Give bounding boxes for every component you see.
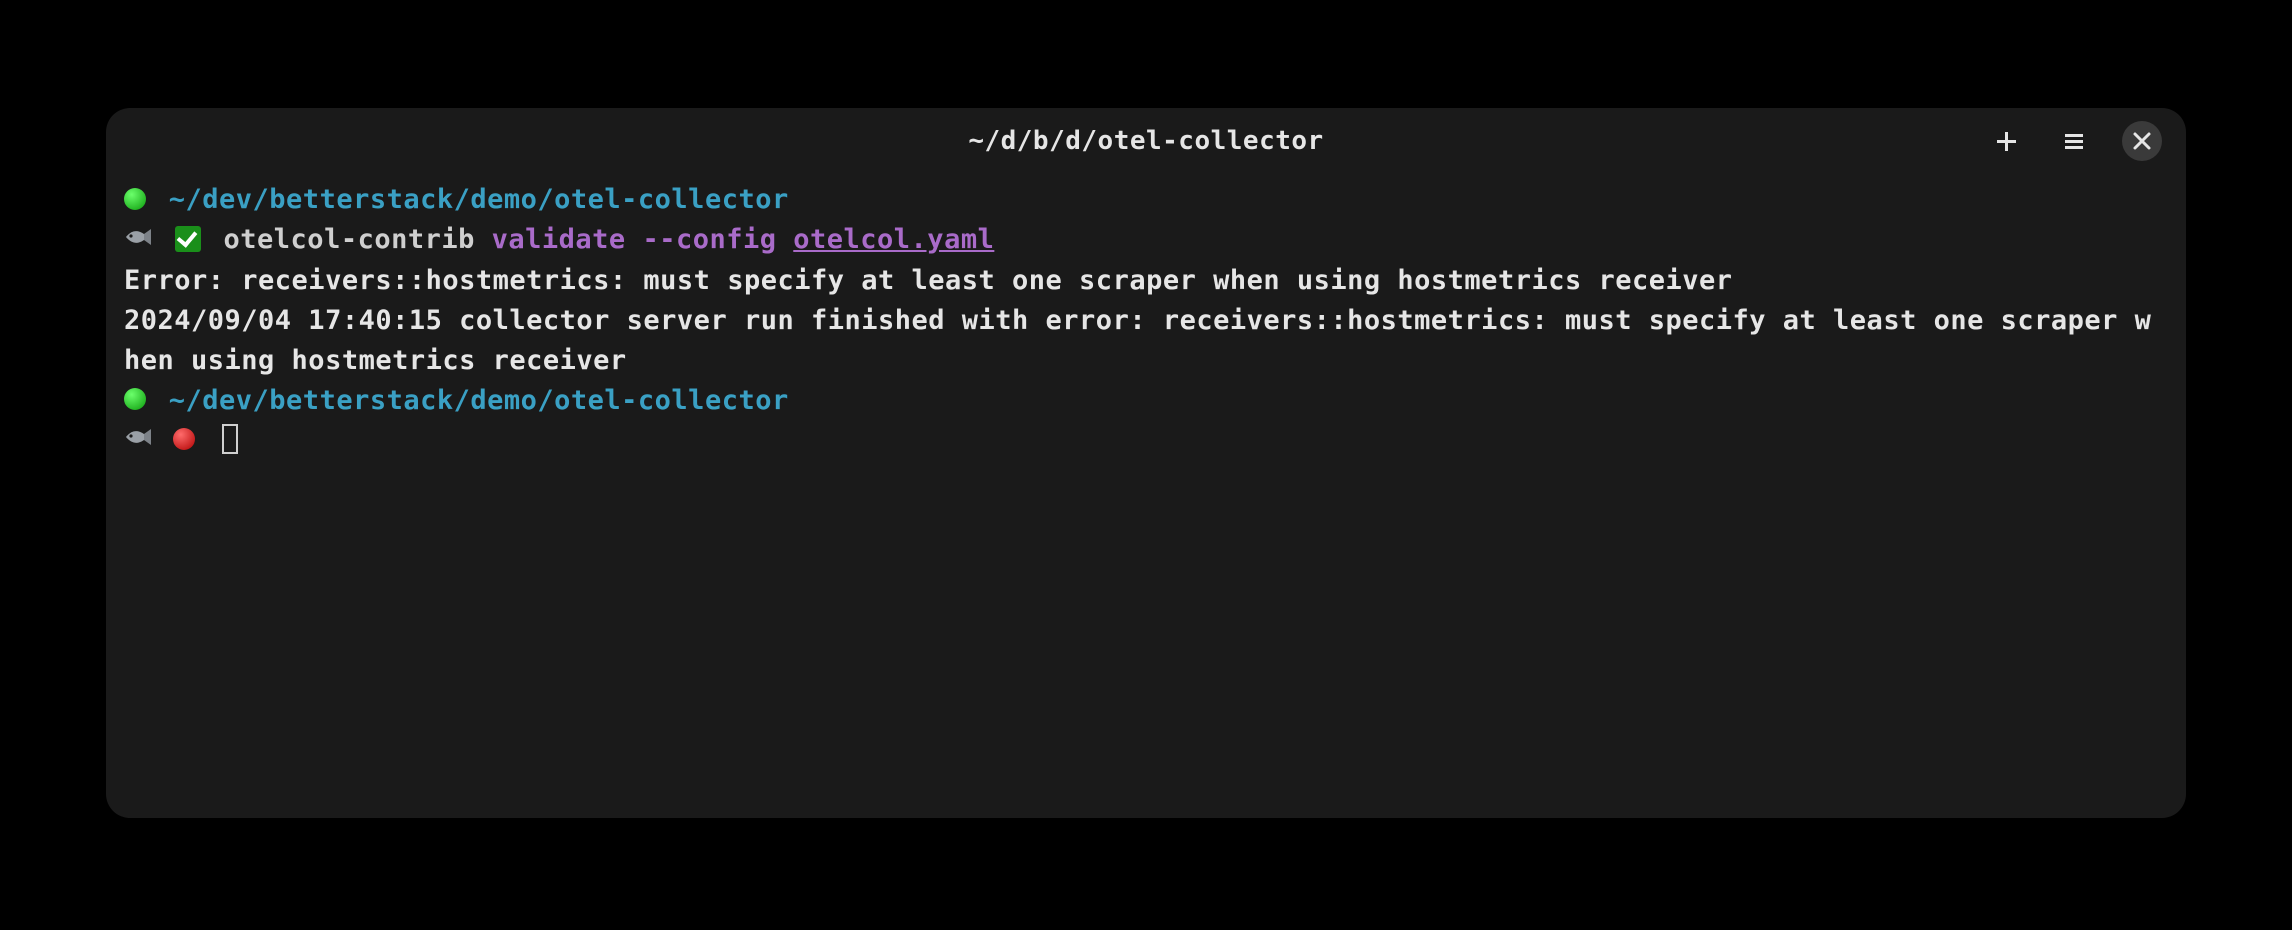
titlebar-controls — [1986, 108, 2162, 174]
cursor — [222, 424, 238, 454]
status-red-icon — [173, 428, 195, 450]
output-line-2: 2024/09/04 17:40:15 collector server run… — [124, 301, 2168, 381]
close-button[interactable] — [2122, 121, 2162, 161]
plus-icon — [1994, 129, 2018, 153]
fish-icon — [124, 419, 152, 459]
status-green-icon — [124, 388, 146, 410]
command-line: otelcol-contrib validate --config otelco… — [124, 220, 2168, 261]
output-line-1: Error: receivers::hostmetrics: must spec… — [124, 261, 2168, 301]
menu-button[interactable] — [2054, 121, 2094, 161]
check-icon — [175, 226, 201, 252]
command-bin: otelcol-contrib — [224, 224, 475, 255]
prompt-line-2: ~/dev/betterstack/demo/otel-collector — [124, 381, 2168, 421]
prompt-line-3 — [124, 421, 2168, 462]
menu-icon — [2062, 129, 2086, 153]
terminal-window: ~/d/b/d/otel-collector ~/dev/betterstack… — [106, 108, 2186, 818]
close-icon — [2132, 131, 2152, 151]
titlebar: ~/d/b/d/otel-collector — [106, 108, 2186, 174]
command-file: otelcol.yaml — [793, 224, 994, 255]
new-tab-button[interactable] — [1986, 121, 2026, 161]
prompt-path: ~/dev/betterstack/demo/otel-collector — [169, 385, 789, 416]
status-green-icon — [124, 188, 146, 210]
fish-icon — [124, 219, 152, 259]
window-title: ~/d/b/d/otel-collector — [968, 126, 1323, 156]
command-subcommand: validate — [492, 224, 626, 255]
command-flag: --config — [642, 224, 776, 255]
prompt-line-1: ~/dev/betterstack/demo/otel-collector — [124, 180, 2168, 220]
terminal-body[interactable]: ~/dev/betterstack/demo/otel-collector ot… — [106, 174, 2186, 818]
prompt-path: ~/dev/betterstack/demo/otel-collector — [169, 184, 789, 215]
